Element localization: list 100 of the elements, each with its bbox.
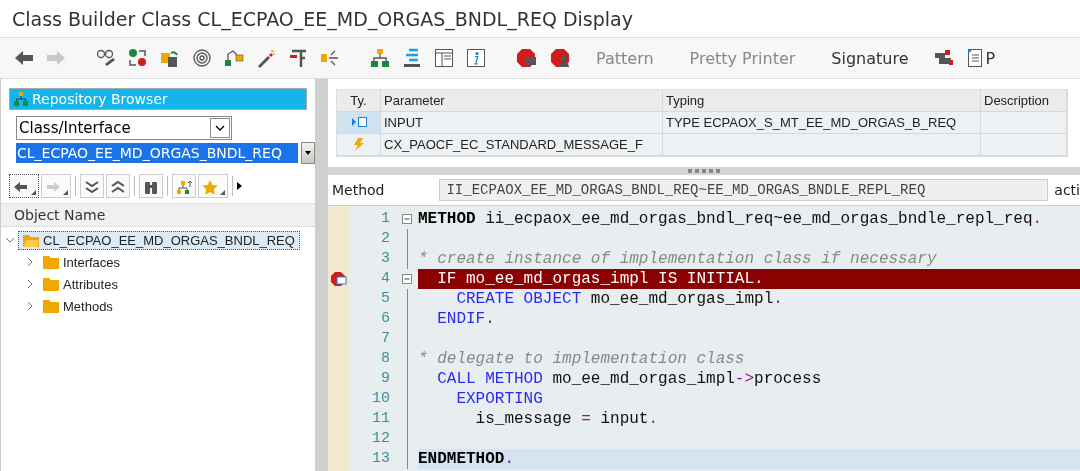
code-operator: =	[581, 409, 591, 429]
code-operator: .	[1032, 209, 1043, 229]
line-number: 1	[380, 209, 391, 229]
toolbar-label[interactable]: P	[985, 48, 996, 68]
dropdown-corner-icon[interactable]	[31, 190, 36, 195]
tree-item[interactable]: Attributes	[38, 274, 123, 294]
code-operator: .	[504, 449, 515, 469]
magic-wand-icon[interactable]	[256, 48, 276, 68]
stacked-windows-icon[interactable]	[932, 48, 955, 68]
code-keyword: CALL METHOD	[436, 369, 543, 389]
dropdown-corner-icon[interactable]	[220, 190, 225, 195]
code-text: process	[754, 369, 822, 389]
fold-toggle-icon[interactable]	[402, 274, 412, 284]
row-selector[interactable]	[337, 112, 381, 134]
back-arrow-icon[interactable]	[12, 179, 30, 195]
code-keyword: IF	[436, 269, 457, 289]
tree-item[interactable]: Interfaces	[38, 252, 126, 272]
caret-icon	[305, 151, 312, 155]
clamp-icon[interactable]	[288, 48, 308, 68]
expand-all-icon[interactable]	[109, 179, 127, 195]
method-name-field: II_ECPAOX_EE_MD_ORGAS_BNDL_REQ~EE_MD_ORGAS_BNDLE_REPL_REQ	[439, 179, 1049, 201]
line-number: 7	[380, 329, 391, 349]
table-cell: TYPE ECPAOX_S_MT_EE_MD_ORGAS_B_REQ	[663, 112, 981, 134]
line-number: 5	[380, 289, 391, 309]
star-icon[interactable]	[201, 179, 219, 195]
document-lines-icon[interactable]	[966, 48, 983, 68]
code-text: input	[599, 409, 649, 429]
stop-sign-monitor-icon[interactable]	[516, 48, 538, 68]
line-number: 12	[371, 429, 391, 449]
chevron-right-icon[interactable]	[25, 279, 35, 289]
window-layout-icon[interactable]	[434, 48, 454, 68]
code-text: mo_ee_md_orgas_impl	[551, 369, 735, 389]
dropdown-button[interactable]	[301, 142, 315, 164]
splitter-handle[interactable]	[328, 167, 1080, 175]
folder-icon	[43, 277, 59, 291]
info-icon[interactable]	[466, 48, 486, 68]
code-keyword: EXPORTING	[455, 389, 543, 409]
collapse-all-icon[interactable]	[83, 179, 101, 195]
stop-sign-person-icon[interactable]	[550, 48, 572, 68]
tree-item[interactable]: CL_ECPAO_EE_MD_ORGAS_BNDL_REQ	[18, 230, 300, 250]
column-header: Typing	[663, 90, 981, 112]
code-text: is_message	[474, 409, 573, 429]
folder-icon	[43, 255, 59, 269]
column-header: Object Name	[14, 207, 106, 223]
code-text: mo_ee_md_orgas_impl	[589, 289, 774, 309]
line-number: 6	[380, 309, 391, 329]
chevron-right-icon[interactable]	[25, 257, 35, 267]
code-operator: .	[754, 269, 764, 289]
indent-lines-icon[interactable]	[402, 48, 422, 68]
column-header: Description	[981, 90, 1067, 112]
chevron-down-icon	[215, 125, 225, 131]
toolbar-button[interactable]: Signature	[819, 46, 921, 70]
fold-toggle-icon[interactable]	[402, 214, 412, 224]
code-keyword: IS INITIAL	[658, 269, 755, 289]
back-arrow-icon[interactable]	[14, 49, 34, 67]
hierarchy-icon	[14, 92, 28, 106]
open-folder-icon	[23, 233, 39, 247]
column-header: Ty.	[337, 90, 381, 112]
object-switch-icon[interactable]	[160, 48, 180, 68]
line-number: 8	[380, 349, 391, 369]
line-number: 11	[371, 409, 391, 429]
line-number: 10	[371, 389, 391, 409]
table-cell: CX_PAOCF_EC_STANDARD_MESSAGE_F	[381, 134, 663, 156]
code-text: ii_ecpaox_ee_md_orgas_bndl_req~ee_md_orgas_bndle_repl_req	[484, 209, 1033, 229]
table-cell: INPUT	[381, 112, 663, 134]
overflow-arrow-icon[interactable]	[237, 182, 242, 190]
line-number: 3	[380, 249, 391, 269]
code-comment: * create instance of implementation class if necessary	[418, 249, 937, 269]
line-number: 2	[380, 229, 391, 249]
line-number: 9	[380, 369, 391, 389]
tree-item[interactable]: Methods	[38, 296, 118, 316]
glasses-pencil-icon[interactable]	[96, 48, 116, 68]
object-type-dropdown[interactable]: Class/Interface	[16, 116, 232, 140]
line-number: 13	[371, 449, 391, 469]
object-name-field[interactable]: CL_ECPAO_EE_MD_ORGAS_BNDL_REQ	[16, 143, 299, 163]
hierarchy-icon[interactable]	[370, 48, 390, 68]
field-label: Method	[332, 182, 386, 198]
code-operator: .	[648, 409, 659, 429]
window-title: Class Builder Class CL_ECPAO_EE_MD_ORGAS_BNDL_REQ Display	[12, 7, 633, 30]
field-label: acti	[1054, 182, 1080, 198]
code-operator: ->	[734, 369, 755, 389]
column-header: Parameter	[381, 90, 663, 112]
chevron-right-icon[interactable]	[25, 301, 35, 311]
code-operator: .	[485, 309, 495, 329]
hierarchy-arrow-icon[interactable]	[175, 179, 193, 195]
swap-circles-icon[interactable]	[128, 48, 148, 68]
code-keyword: ENDMETHOD	[418, 449, 505, 469]
chevron-down-icon[interactable]	[5, 235, 15, 245]
dropdown-corner-icon[interactable]	[63, 190, 68, 195]
branch-arrows-icon[interactable]	[320, 48, 340, 68]
hierarchy-boxes-icon[interactable]	[224, 48, 244, 68]
panel-title: Repository Browser	[32, 91, 168, 107]
folder-icon	[43, 299, 59, 313]
importing-parameter-icon	[350, 116, 367, 129]
code-keyword: ENDIF	[436, 309, 486, 329]
line-number: 4	[380, 269, 391, 289]
code-comment: * delegate to implementation class	[418, 349, 745, 369]
code-operator: .	[773, 289, 783, 309]
code-text: mo_ee_md_orgas_impl	[465, 269, 650, 289]
code-keyword: CREATE OBJECT	[455, 289, 582, 309]
